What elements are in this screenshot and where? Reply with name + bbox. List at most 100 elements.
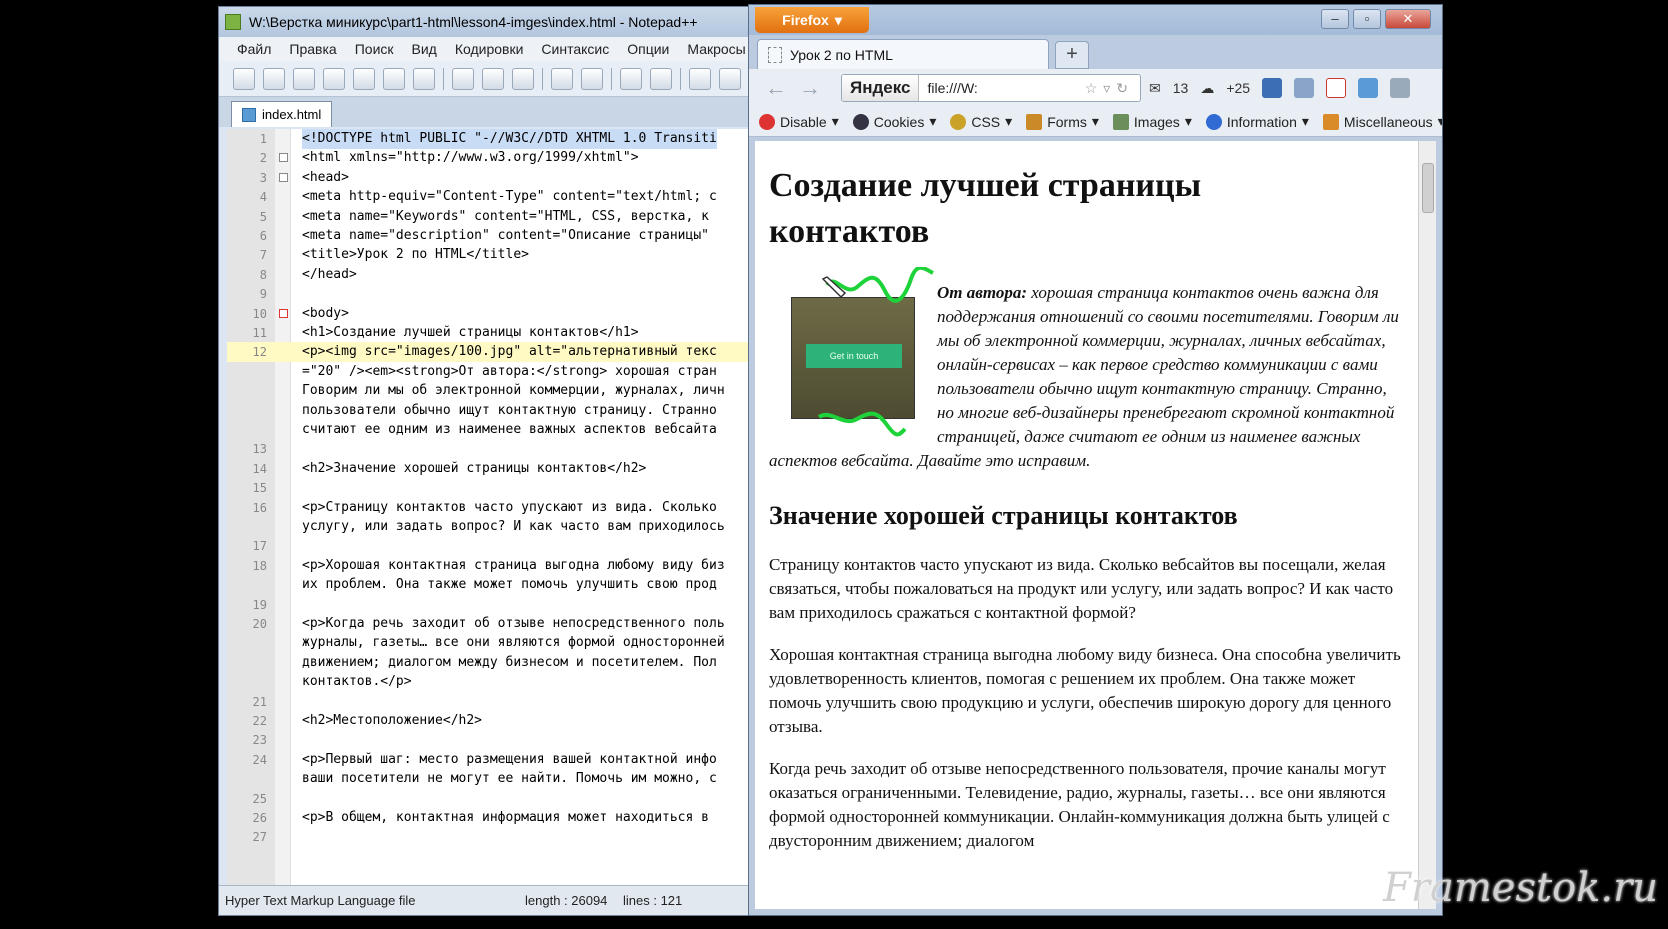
- gmail-icon[interactable]: [1326, 78, 1347, 98]
- code-line[interactable]: 15: [227, 478, 751, 498]
- code-line[interactable]: считают ее одним из наименее важных аспе…: [227, 420, 751, 440]
- firefox-menu-button[interactable]: Firefox ▾: [755, 7, 869, 33]
- code-line[interactable]: пользователи обычно ищут контактную стра…: [227, 401, 751, 421]
- menu-syntax[interactable]: Синтаксис: [541, 41, 609, 57]
- code-line[interactable]: 3 <head>: [227, 168, 751, 188]
- code-line[interactable]: Говорим ли мы об электронной коммерции, …: [227, 381, 751, 401]
- code-line[interactable]: 6 <meta name="description" content="Описа…: [227, 226, 751, 246]
- code-line[interactable]: 18 <p>Хорошая контактная страница выгодна…: [227, 556, 751, 576]
- extension-icon[interactable]: [1390, 78, 1411, 98]
- devbar-css[interactable]: CSS ▾: [950, 113, 1012, 130]
- code-line[interactable]: 21: [227, 692, 751, 712]
- menu-edit[interactable]: Правка: [289, 41, 336, 57]
- copy-icon[interactable]: [482, 67, 504, 90]
- code-line[interactable]: 20 <p>Когда речь заходит об отзыве непоср…: [227, 614, 751, 634]
- paste-icon[interactable]: [512, 67, 534, 90]
- menu-macro[interactable]: Макросы: [687, 41, 745, 57]
- close-button[interactable]: ✕: [1385, 9, 1431, 29]
- zoom-in-icon[interactable]: [689, 67, 711, 90]
- mail-icon[interactable]: ✉: [1149, 80, 1161, 97]
- code-line[interactable]: журналы, газеты… все они являются формой…: [227, 633, 751, 653]
- devbar-cookies[interactable]: Cookies ▾: [852, 113, 936, 130]
- code-line[interactable]: 9: [227, 284, 751, 304]
- code-line[interactable]: 23: [227, 730, 751, 750]
- code-editor[interactable]: 1 <!DOCTYPE html PUBLIC "-//W3C//DTD XHTM…: [227, 129, 751, 885]
- code-line[interactable]: ваши посетители не могут ее найти. Помоч…: [227, 769, 751, 789]
- line-number: 10: [252, 306, 267, 321]
- code-line[interactable]: 11 <h1>Создание лучшей страницы контактов…: [227, 323, 751, 343]
- code-line[interactable]: 13: [227, 439, 751, 459]
- new-file-icon[interactable]: [233, 67, 255, 90]
- code-line[interactable]: ="20" /><em><strong>От автора:</strong> …: [227, 362, 751, 382]
- menu-search[interactable]: Поиск: [355, 41, 394, 57]
- firefox-menu-label: Firefox: [782, 12, 829, 28]
- code-line[interactable]: 14 <h2>Значение хорошей страницы контакто…: [227, 459, 751, 479]
- code-line[interactable]: 26 <p>В общем, контактная информация може…: [227, 808, 751, 828]
- bookmark-star-icon[interactable]: ☆▿↻: [1085, 80, 1140, 97]
- devbar-images[interactable]: Images ▾: [1112, 113, 1192, 130]
- watermark: Framestok.ru: [1383, 865, 1658, 911]
- close-all-icon[interactable]: [383, 67, 405, 90]
- minimize-button[interactable]: –: [1321, 9, 1349, 29]
- back-arrow-icon[interactable]: ←: [763, 75, 789, 101]
- maximize-button[interactable]: ▫: [1353, 9, 1381, 29]
- close-file-icon[interactable]: [353, 67, 375, 90]
- save-all-icon[interactable]: [323, 67, 345, 90]
- code-line[interactable]: 22 <h2>Местоположение</h2>: [227, 711, 751, 731]
- cut-icon[interactable]: [452, 67, 474, 90]
- devbar-disable[interactable]: Disable ▾: [759, 113, 839, 130]
- forward-arrow-icon[interactable]: →: [797, 75, 823, 101]
- page-content[interactable]: Создание лучшей страницы контактов Get i…: [755, 141, 1418, 909]
- code-line[interactable]: движением; диалогом между бизнесом и пос…: [227, 653, 751, 673]
- code-line[interactable]: их проблем. Она также может помочь улучш…: [227, 575, 751, 595]
- undo-icon[interactable]: [551, 67, 573, 90]
- notepad-titlebar[interactable]: W:\Верстка миникурс\part1-html\lesson4-i…: [219, 7, 751, 37]
- code-line[interactable]: 2 <html xmlns="http://www.w3.org/1999/xht…: [227, 148, 751, 168]
- code-line[interactable]: 25: [227, 789, 751, 809]
- devbar-miscellaneous[interactable]: Miscellaneous▾: [1322, 113, 1442, 130]
- code-line[interactable]: 19: [227, 595, 751, 615]
- page-scrollbar[interactable]: [1418, 141, 1436, 909]
- open-file-icon[interactable]: [263, 67, 285, 90]
- code-line[interactable]: 17: [227, 536, 751, 556]
- fold-toggle-icon[interactable]: [279, 153, 288, 163]
- devbar-information[interactable]: Information ▾: [1205, 113, 1309, 130]
- save-icon[interactable]: [293, 67, 315, 90]
- code-line[interactable]: 7 <title>Урок 2 по HTML</title>: [227, 245, 751, 265]
- code-line[interactable]: услугу, или задать вопрос? И как часто в…: [227, 517, 751, 537]
- zoom-out-icon[interactable]: [719, 67, 741, 90]
- menu-encoding[interactable]: Кодировки: [455, 41, 524, 57]
- menu-file[interactable]: Файл: [237, 41, 271, 57]
- code-line[interactable]: 1 <!DOCTYPE html PUBLIC "-//W3C//DTD XHTM…: [227, 129, 751, 149]
- toolbar-extensions: ✉ 13 ☁ +25: [1149, 78, 1411, 98]
- tab-index-html[interactable]: index.html: [231, 101, 333, 127]
- replace-icon[interactable]: [650, 67, 672, 90]
- print-icon[interactable]: [413, 67, 435, 90]
- scrollbar-thumb[interactable]: [1422, 163, 1434, 213]
- code-line[interactable]: 5 <meta name="Keywords" content="HTML, CS…: [227, 207, 751, 227]
- redo-icon[interactable]: [581, 67, 603, 90]
- firefox-titlebar[interactable]: Firefox ▾ – ▫ ✕: [749, 5, 1442, 35]
- code-line[interactable]: 10 <body>: [227, 304, 751, 324]
- new-tab-button[interactable]: +: [1055, 41, 1089, 69]
- extension-icon[interactable]: [1262, 78, 1283, 98]
- fold-toggle-icon[interactable]: [279, 172, 288, 182]
- menu-view[interactable]: Вид: [412, 41, 437, 57]
- extension-icon[interactable]: [1358, 78, 1379, 98]
- weather-icon[interactable]: ☁: [1200, 80, 1214, 97]
- extension-icon[interactable]: [1294, 78, 1315, 98]
- code-line[interactable]: 8 </head>: [227, 265, 751, 285]
- code-line[interactable]: 12 <p><img src="images/100.jpg" alt="альт…: [227, 342, 751, 363]
- yandex-search-button[interactable]: Яндекс: [842, 75, 920, 101]
- fold-toggle-icon[interactable]: [279, 308, 288, 318]
- address-bar[interactable]: Яндекс file:///W: ☆▿↻: [841, 74, 1141, 102]
- browser-tab[interactable]: Урок 2 по HTML: [757, 39, 1049, 69]
- devbar-forms[interactable]: Forms ▾: [1026, 113, 1099, 130]
- code-line[interactable]: 24 <p>Первый шаг: место размещения вашей …: [227, 750, 751, 770]
- code-line[interactable]: 4 <meta http-equiv="Content-Type" content…: [227, 187, 751, 207]
- find-icon[interactable]: [620, 67, 642, 90]
- code-line[interactable]: 27: [227, 827, 751, 847]
- code-line[interactable]: 16 <p>Страницу контактов часто упускают и…: [227, 498, 751, 518]
- menu-options[interactable]: Опции: [627, 41, 669, 57]
- code-line[interactable]: контактов.</p>: [227, 672, 751, 692]
